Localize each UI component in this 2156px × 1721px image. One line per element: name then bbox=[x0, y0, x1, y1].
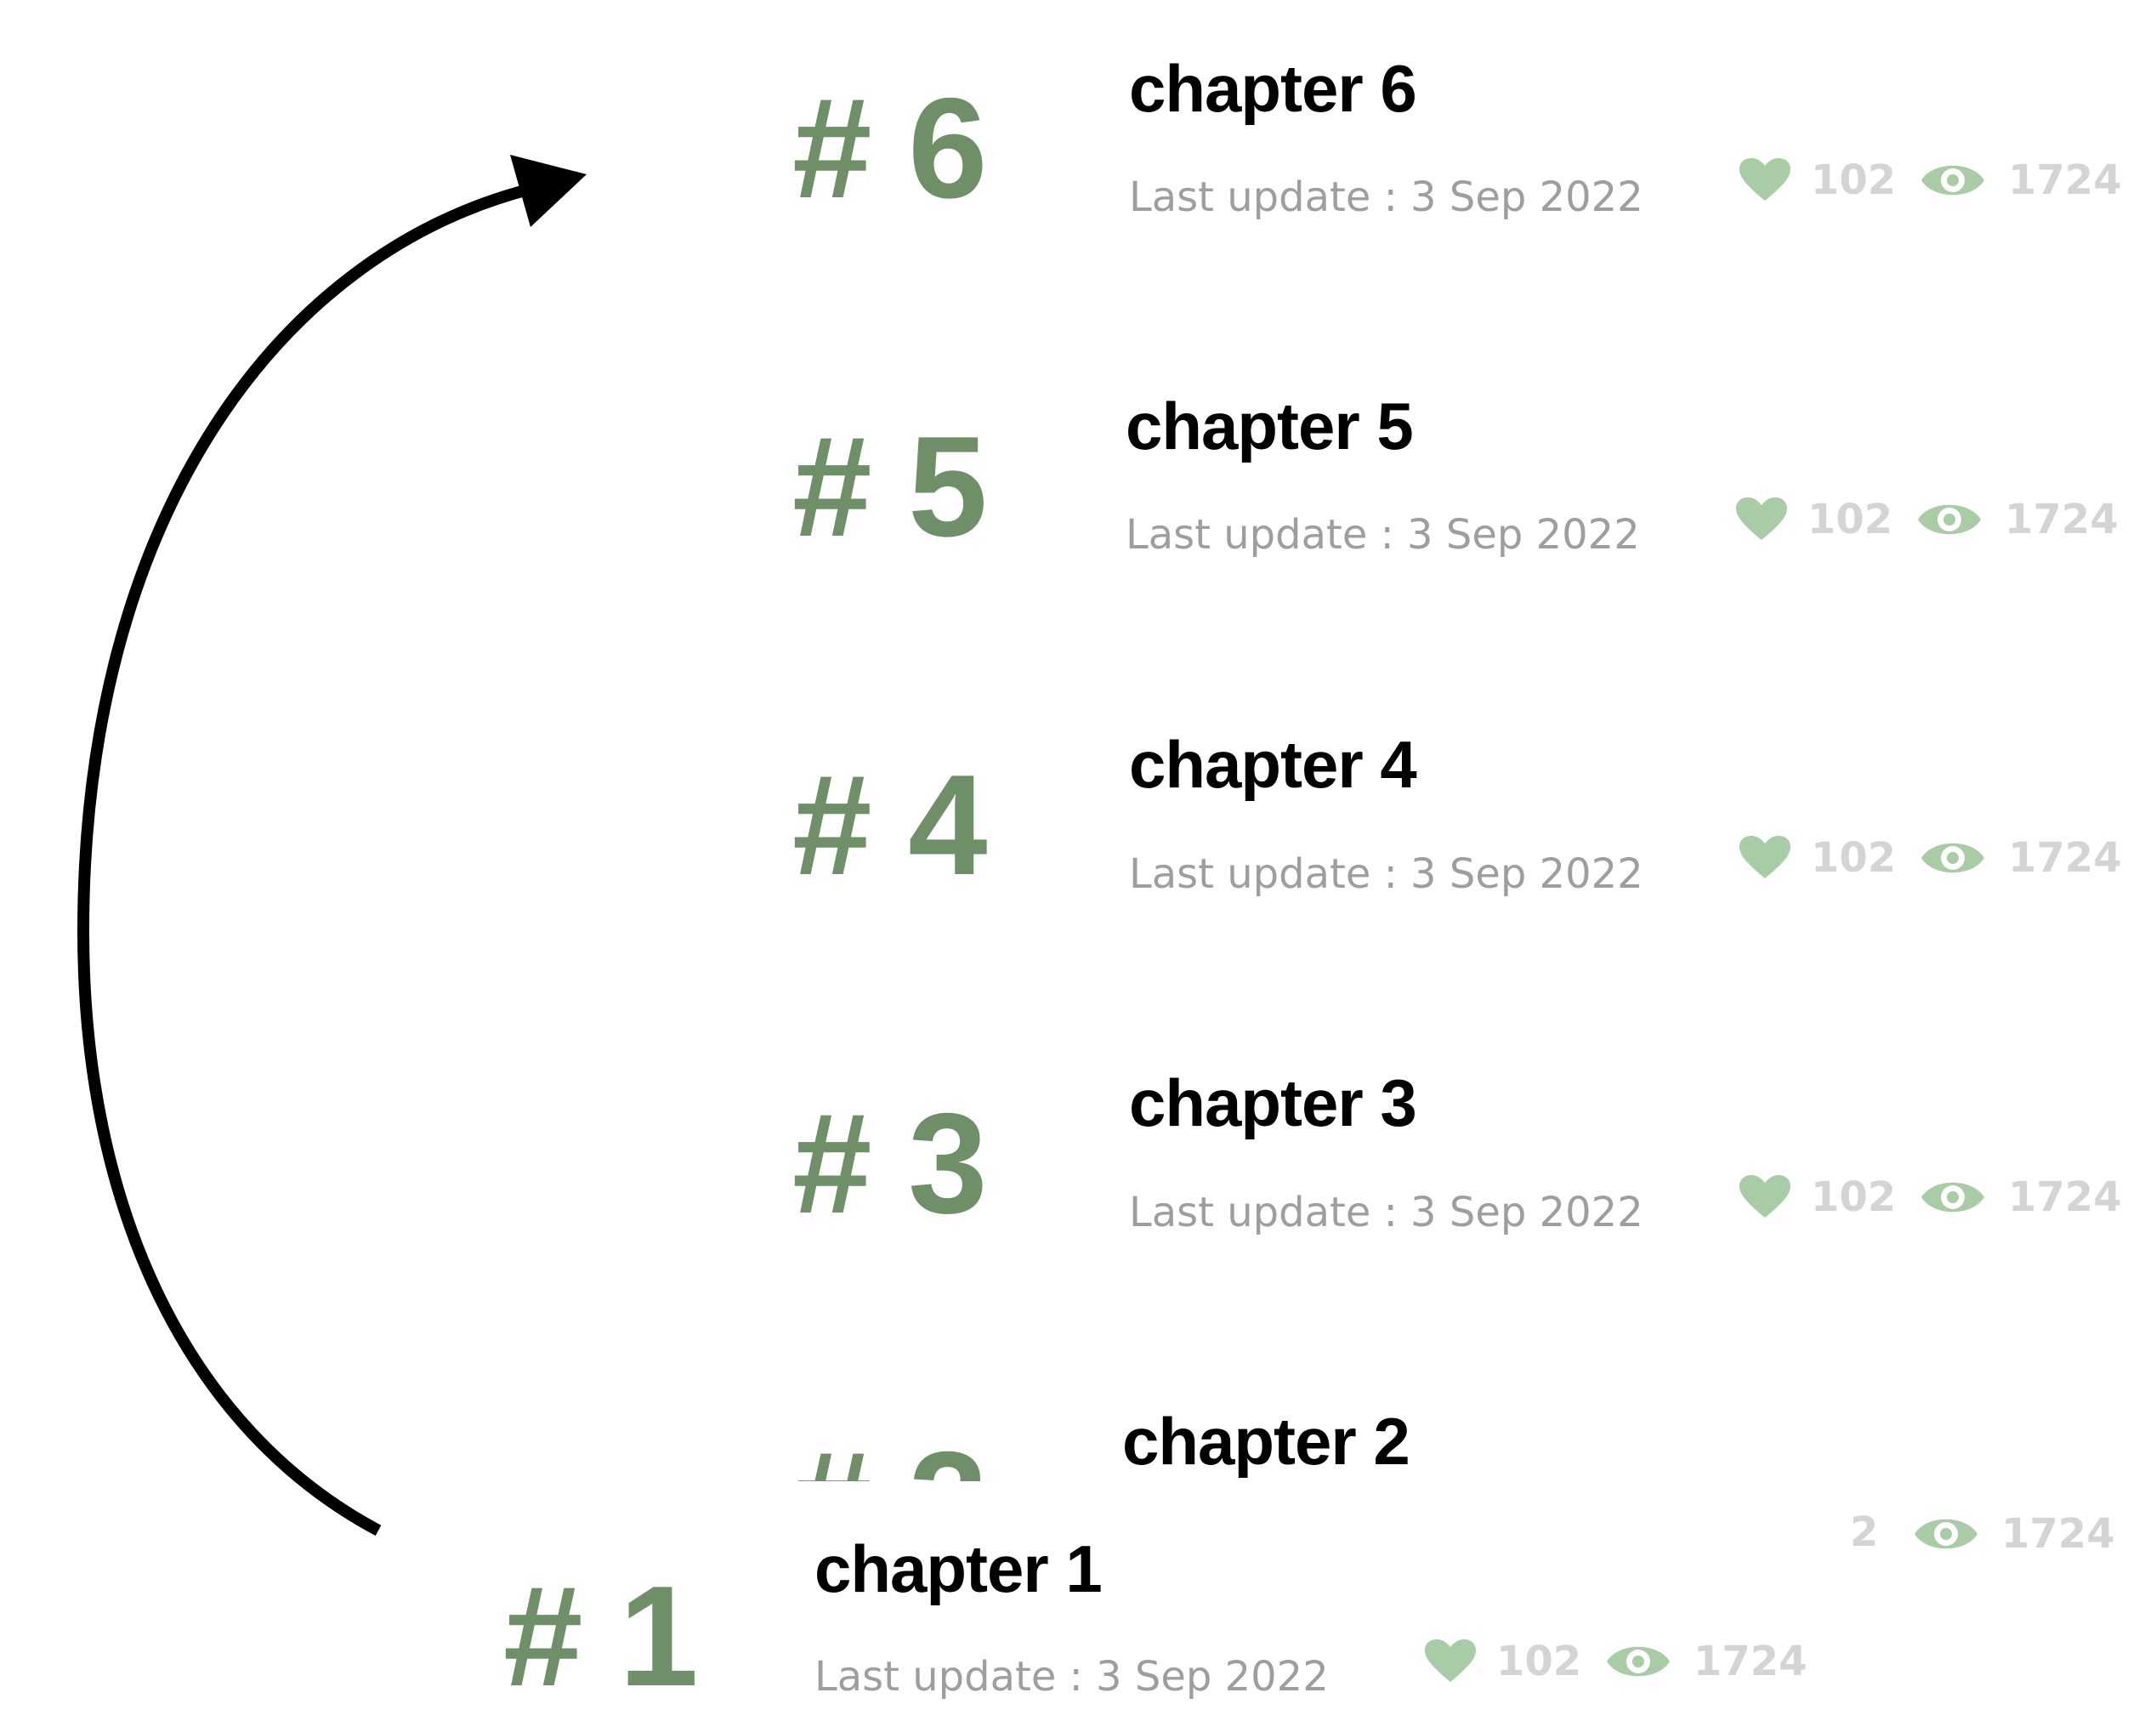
last-update: Last update : 3 Sep 2022 bbox=[1129, 850, 1643, 898]
heart-icon bbox=[1739, 158, 1790, 202]
eye-icon bbox=[1921, 1174, 1984, 1220]
likes-count: 102 bbox=[1811, 1173, 1897, 1221]
likes-count-partial: 2 bbox=[1850, 1508, 1879, 1556]
chapter-title[interactable]: chapter 3 bbox=[1129, 1070, 1417, 1136]
views-count: 1724 bbox=[1694, 1638, 1807, 1685]
chapter-number: # 6 bbox=[792, 68, 988, 228]
views-stat: 1724 bbox=[1921, 835, 2122, 881]
views-stat: 1724 bbox=[1607, 1639, 1807, 1684]
likes-stat: 102 bbox=[1739, 1175, 1896, 1219]
last-update: Last update : 3 Sep 2022 bbox=[1129, 1189, 1643, 1236]
chapter-title[interactable]: chapter 4 bbox=[1129, 731, 1417, 798]
views-stat: 1724 bbox=[1921, 1174, 2122, 1220]
chapter-number: # 2 bbox=[792, 1430, 986, 1481]
views-stat: 1724 bbox=[1918, 497, 2119, 542]
views-stat: 1724 bbox=[1915, 1511, 2115, 1557]
likes-stat-partial: 2 bbox=[1850, 1512, 1878, 1553]
likes-count: 102 bbox=[1496, 1638, 1582, 1685]
chapter-number: # 5 bbox=[792, 406, 988, 566]
views-count: 1724 bbox=[2001, 1510, 2115, 1558]
last-update: Last update : 3 Sep 2022 bbox=[1129, 173, 1643, 221]
chapter-title[interactable]: chapter 5 bbox=[1126, 393, 1414, 459]
chapter-number: # 4 bbox=[792, 745, 988, 905]
heart-icon bbox=[1425, 1639, 1476, 1684]
likes-count: 102 bbox=[1807, 496, 1893, 543]
chapter-number: # 3 bbox=[792, 1083, 988, 1243]
views-count: 1724 bbox=[2008, 156, 2122, 204]
eye-icon bbox=[1918, 497, 1981, 542]
chapter-number-clipped: # 2 bbox=[792, 1430, 986, 1481]
likes-count: 102 bbox=[1811, 156, 1897, 204]
last-update: Last update : 3 Sep 2022 bbox=[1126, 511, 1640, 559]
heart-icon bbox=[1736, 497, 1787, 542]
chapter-title[interactable]: chapter 1 bbox=[814, 1536, 1103, 1602]
eye-icon bbox=[1607, 1639, 1670, 1684]
views-count: 1724 bbox=[2008, 834, 2122, 882]
likes-stat: 102 bbox=[1425, 1639, 1581, 1684]
views-count: 1724 bbox=[2008, 1173, 2122, 1221]
last-update: Last update : 3 Sep 2022 bbox=[814, 1653, 1329, 1701]
heart-icon bbox=[1739, 836, 1790, 880]
views-stat: 1724 bbox=[1921, 157, 2122, 203]
eye-icon bbox=[1921, 157, 1984, 203]
chapter-number: # 1 bbox=[503, 1556, 699, 1716]
likes-stat: 102 bbox=[1739, 158, 1896, 202]
chapter-title[interactable]: chapter 2 bbox=[1122, 1408, 1410, 1474]
heart-icon bbox=[1739, 1175, 1790, 1219]
likes-count: 102 bbox=[1811, 834, 1897, 882]
likes-stat: 102 bbox=[1736, 497, 1892, 542]
eye-icon bbox=[1921, 835, 1984, 881]
eye-icon bbox=[1915, 1511, 1977, 1557]
likes-stat: 102 bbox=[1739, 836, 1896, 880]
views-count: 1724 bbox=[2005, 496, 2119, 543]
chapter-title[interactable]: chapter 6 bbox=[1129, 55, 1417, 122]
